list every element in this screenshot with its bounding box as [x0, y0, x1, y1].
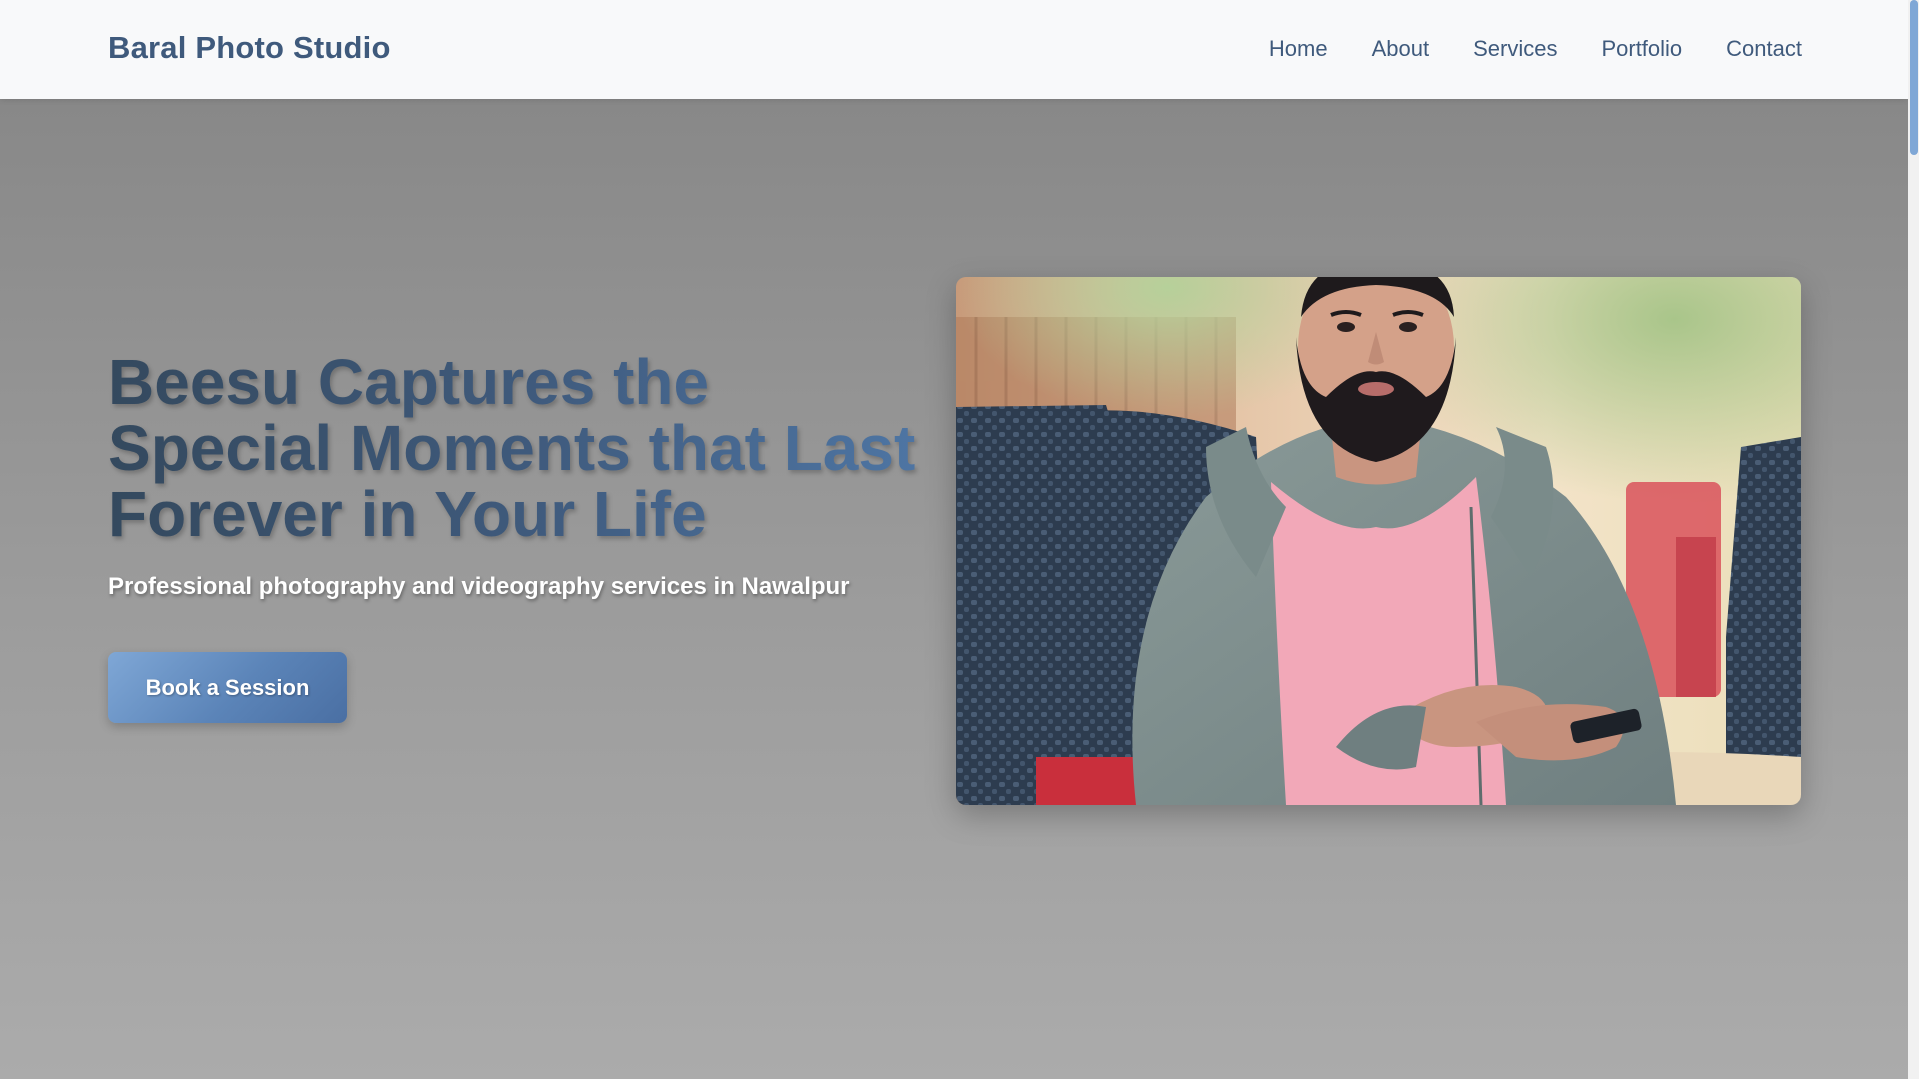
nav-link-portfolio[interactable]: Portfolio: [1601, 36, 1682, 62]
portrait-photo-icon: [956, 277, 1801, 805]
hero-subtitle: Professional photography and videography…: [108, 573, 850, 600]
nav-link-contact[interactable]: Contact: [1726, 36, 1802, 62]
nav-link-about[interactable]: About: [1372, 36, 1430, 62]
navbar: Baral Photo Studio Home About Services P…: [0, 0, 1908, 99]
hero-section: Beesu Captures the Special Moments that …: [0, 99, 1908, 1079]
hero-title: Beesu Captures the Special Moments that …: [108, 349, 948, 547]
hero-photo: [956, 277, 1801, 805]
page: Baral Photo Studio Home About Services P…: [0, 0, 1908, 1079]
nav-link-home[interactable]: Home: [1269, 36, 1328, 62]
scrollbar-thumb[interactable]: [1910, 0, 1918, 155]
nav-link-services[interactable]: Services: [1473, 36, 1557, 62]
book-session-button[interactable]: Book a Session: [108, 652, 347, 723]
nav-menu: Home About Services Portfolio Contact: [1269, 36, 1802, 62]
brand-logo[interactable]: Baral Photo Studio: [108, 30, 391, 66]
page-scrollbar[interactable]: [1908, 0, 1919, 1079]
